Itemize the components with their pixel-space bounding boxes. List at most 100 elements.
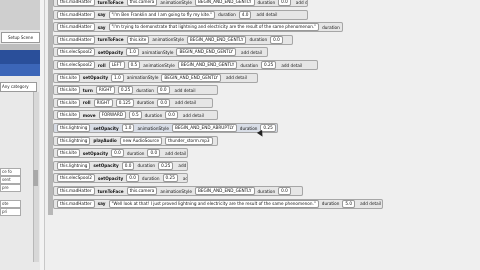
argument-chip[interactable]: 0.0 [165,111,178,120]
argument-chip[interactable]: FORWARD [98,111,126,120]
add-detail-button[interactable]: add detail [165,151,186,156]
left-list-item[interactable]: pre [0,184,21,192]
argument-chip[interactable]: 0.0 [278,187,291,195]
argument-chip[interactable]: 0.5 [128,111,142,120]
add-detail-button[interactable]: add detail [360,201,381,206]
argument-chip[interactable]: 0.25 [162,174,178,183]
statement-row[interactable]: this.madHatter turnToFace this.camera anima… [53,0,308,7]
argument-chip[interactable]: 0.0 [121,161,135,170]
add-detail-button[interactable]: add detail [241,50,262,55]
statement-row[interactable]: this.elecSpool2 setOpacity 1.0 animationSty… [53,47,268,58]
argument-chip[interactable]: LEFT [108,61,125,69]
subject-chip[interactable]: this.elecSpool2 [57,174,95,183]
parameter-label: animationStyle [143,62,175,68]
statement-row[interactable]: this.lightning setOpacity 1.0 animationStyl… [53,123,278,133]
argument-chip[interactable]: 0.0 [157,98,171,107]
subject-chip[interactable]: this.madHatter [57,0,95,6]
argument-chip[interactable]: 0.0 [278,0,291,6]
subject-chip[interactable]: this.madHatter [57,187,95,195]
argument-chip[interactable]: 0.0 [147,149,161,158]
statement-row[interactable]: this.elecSpool2 roll LEFT 0.5 animationStyle… [53,60,318,70]
statement-row[interactable]: this.kite setOpacity 1.0 animationStyle BEGI… [53,72,258,83]
add-detail-button[interactable]: add detail [175,88,196,93]
add-detail-button[interactable]: add detail [281,63,302,68]
subject-chip[interactable]: this.kite [57,86,80,95]
argument-chip[interactable]: RIGHT [95,86,115,95]
left-scrollbar-thumb[interactable] [33,170,38,186]
method-name: say [97,12,106,18]
statement-row[interactable]: this.kite roll RIGHT 0.125 duration 0.0 add de… [53,97,213,108]
setup-scene-button[interactable]: Setup Scene [1,32,40,43]
argument-chip[interactable]: "I'm trying to demonstrate that lightnin… [108,23,320,32]
argument-chip[interactable]: "I'm Ben Franklin and I am going to fly … [108,10,216,19]
argument-chip[interactable]: 0.5 [127,61,141,69]
parameter-label: animationStyle [152,37,184,43]
add-detail-button[interactable]: add detail [256,12,277,17]
subject-chip[interactable]: this.lightning [57,136,91,145]
argument-chip[interactable]: 1.0 [111,73,124,82]
add-detail-button[interactable]: add detail [296,0,307,5]
statement-row[interactable]: this.madHatter say "I'm Ben Franklin and I… [53,9,308,20]
method-name: setOpacity [97,49,124,55]
argument-chip[interactable]: new AudioSource [119,136,163,145]
argument-chip[interactable]: 0.0 [270,35,283,44]
argument-chip[interactable]: 1.0 [126,48,139,57]
statement-row[interactable]: this.elecSpool2 setOpacity 0.0 duration 0.25… [53,173,188,184]
argument-chip[interactable]: this.camera [126,187,158,195]
subject-chip[interactable]: this.madHatter [57,23,95,32]
argument-chip[interactable]: this.kite [126,35,150,44]
argument-chip[interactable]: BEGIN_AND_END_GENTLY [194,187,255,195]
statement-row[interactable]: this.madHatter turnToFace this.camera anima… [53,186,303,196]
argument-chip[interactable]: 0.25 [117,86,134,95]
argument-chip[interactable]: BEGIN_AND_END_GENTLY [161,73,221,82]
argument-chip[interactable]: 0.25 [158,161,174,170]
add-detail-button[interactable]: add detail [183,176,187,181]
argument-chip[interactable]: RIGHT [93,98,113,107]
subject-chip[interactable]: this.madHatter [57,10,95,19]
statement-row[interactable]: this.madHatter turnToFace this.kite animati… [53,34,293,45]
statement-row[interactable]: this.madHatter say "I'm trying to demonstr… [53,22,343,33]
subject-chip[interactable]: this.kite [57,149,80,158]
argument-chip[interactable]: this.camera [126,0,158,6]
subject-chip[interactable]: this.kite [57,98,80,107]
add-detail-button[interactable]: add detail [226,75,247,80]
argument-chip[interactable]: 0.0 [111,149,124,158]
argument-chip[interactable]: "Well look at that! I just proved lightn… [108,199,319,208]
argument-chip[interactable]: 0.125 [115,98,134,107]
statement-row[interactable]: this.madHatter say "Well look at that! I j… [53,198,383,209]
add-detail-button[interactable]: add detail [183,113,204,118]
subject-chip[interactable]: this.kite [57,73,80,82]
argument-chip[interactable]: 0.0 [126,174,139,183]
statement-row[interactable]: this.lightning playAudio new AudioSource th… [53,135,218,146]
argument-chip[interactable]: 5.0 [342,199,356,208]
subject-chip[interactable]: this.kite [57,111,80,120]
statement-row[interactable]: this.kite turn RIGHT 0.25 duration 0.0 add det… [53,85,218,96]
argument-chip[interactable]: BEGIN_AND_END_GENTLY [176,48,237,57]
statement-row[interactable]: this.kite setOpacity 0.0 duration 0.0 add det… [53,148,188,159]
subject-chip[interactable]: this.lightning [57,161,91,170]
subject-chip[interactable]: this.madHatter [57,35,95,44]
method-name: setOpacity [82,150,109,156]
argument-chip[interactable]: BEGIN_AND_END_ABRUPTLY [172,124,237,132]
left-list-item[interactable]: ce fo [0,168,21,176]
left-list-item[interactable]: pri [0,208,21,216]
statement-row[interactable]: this.lightning setOpacity 0.0 duration 0.25 a… [53,160,188,171]
argument-chip[interactable]: 0.0 [156,86,170,95]
argument-chip[interactable]: 4.0 [238,10,252,19]
argument-chip[interactable]: BEGIN_AND_END_GENTLY [194,0,255,6]
add-detail-button[interactable]: add detail [178,163,187,168]
add-detail-button[interactable]: add detail [175,100,196,105]
subject-chip[interactable]: this.elecSpool2 [57,48,95,57]
subject-chip[interactable]: this.elecSpool2 [57,61,95,69]
argument-chip[interactable]: BEGIN_AND_END_GENTLY [177,61,238,69]
argument-chip[interactable]: thunder_storm.mp3 [165,136,213,145]
statement-row[interactable]: this.kite move FORWARD 0.5 duration 0.0 add de… [53,110,218,121]
argument-chip[interactable]: 0.25 [261,61,277,69]
subject-chip[interactable]: this.lightning [57,124,91,132]
left-list-item[interactable]: sent [0,176,21,184]
left-list-item[interactable]: ote [0,200,21,208]
category-select[interactable]: Any category [0,82,37,92]
subject-chip[interactable]: this.madHatter [57,199,95,208]
argument-chip[interactable]: BEGIN_AND_END_GENTLY [186,35,247,44]
argument-chip[interactable]: 1.0 [121,124,135,132]
